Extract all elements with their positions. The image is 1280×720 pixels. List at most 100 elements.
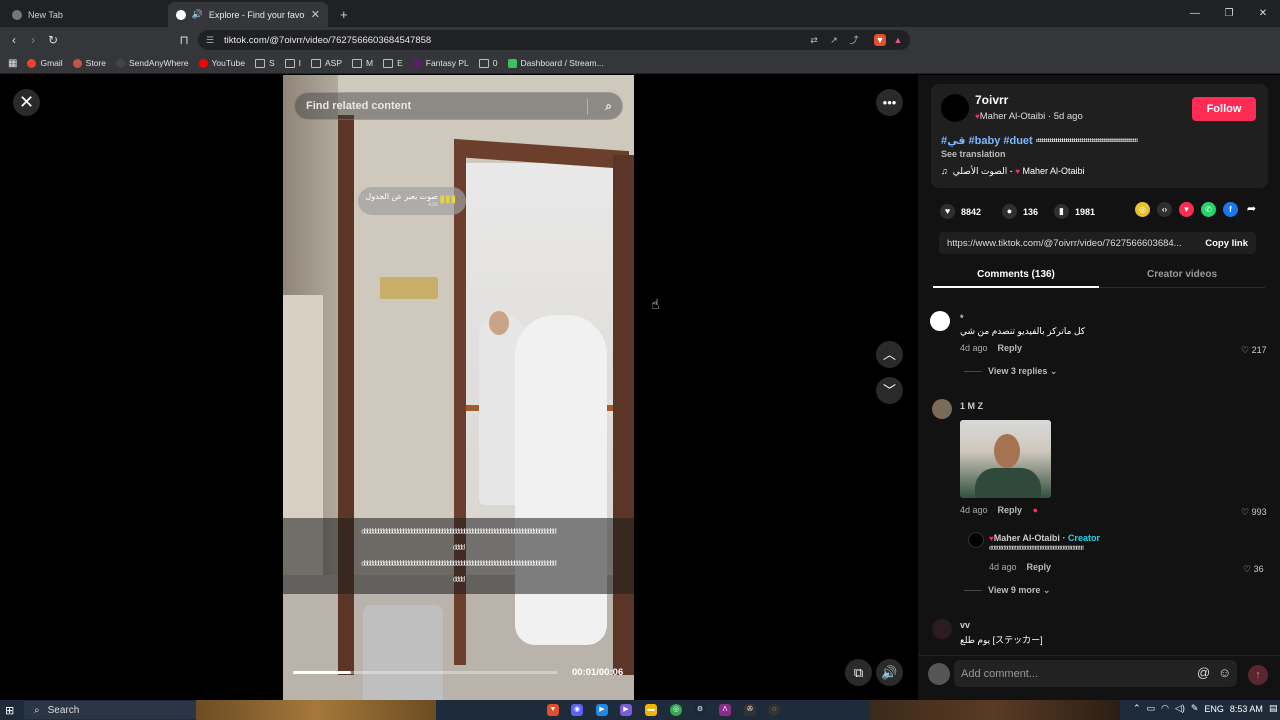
view-more-replies-button[interactable]: View 9 more ⌄ [964,585,1050,596]
search-icon[interactable]: ⌕ [605,99,612,114]
avatar[interactable] [932,399,952,419]
bookmark-youtube[interactable]: YouTube [198,58,245,68]
share-icon[interactable]: ⤴ [848,34,860,46]
avatar[interactable] [930,311,950,331]
steam-app-icon[interactable]: ⚙ [694,704,706,716]
avatar[interactable] [941,94,969,122]
mention-icon[interactable]: @ [1197,665,1210,680]
like-stat[interactable]: ♥ 8842 [940,204,981,219]
save-stat[interactable]: ▮ 1981 [1054,204,1095,219]
app-icon[interactable]: Λ [719,704,731,716]
bookmark-folder-asp[interactable]: ASP [310,58,342,68]
brave-shield-icon[interactable]: ▼ [874,34,886,46]
close-window-icon[interactable]: ✕ [1246,0,1280,27]
new-tab-button[interactable]: + [332,2,352,27]
bookmark-store[interactable]: Store [72,58,106,68]
close-video-button[interactable]: ✕ [13,89,40,116]
embed-icon[interactable]: ‹› [1157,202,1172,217]
comment-author[interactable]: vv [960,620,970,630]
send-comment-button[interactable]: ↑ [1248,665,1268,685]
bookmark-folder-i[interactable]: I [284,58,301,68]
avatar[interactable] [968,532,984,548]
more-options-button[interactable]: ••• [876,89,903,116]
tab-comments[interactable]: Comments (136) [933,269,1099,280]
copy-link-button[interactable]: Copy link [1199,238,1248,249]
app-icon[interactable]: ▶ [596,704,608,716]
pen-icon[interactable]: ✎ [1191,703,1199,714]
bookmark-sendanywhere[interactable]: SendAnyWhere [115,58,189,68]
wifi-icon[interactable]: ◠ [1161,703,1169,714]
forward-icon[interactable]: › [25,32,41,48]
tab-explore[interactable]: 🔊 Explore - Find your favourite ✕ [168,2,328,27]
whatsapp-icon[interactable]: ✆ [1201,202,1216,217]
bookmark-folder-0[interactable]: 0 [478,58,498,68]
facebook-icon[interactable]: f [1223,202,1238,217]
bookmark-folder-m[interactable]: M [352,58,373,68]
volume-icon[interactable]: ◁) [1175,703,1185,714]
comment-input[interactable] [954,660,1237,687]
notification-icon[interactable]: ▤ [1269,703,1278,714]
share-arrow-icon[interactable]: ➦ [1244,202,1259,217]
see-translation-link[interactable]: See translation [941,149,1006,159]
bookmark-fantasy-pl[interactable]: Fantasy PL [412,58,469,68]
comment-like[interactable]: ♡ 993 [1241,507,1267,518]
chrome-app-icon[interactable]: ◎ [670,704,682,716]
back-icon[interactable]: ‹ [6,32,22,48]
comment-like[interactable]: ♡ 36 [1243,564,1264,575]
app-icon[interactable]: ✇ [744,704,756,716]
floating-player-button[interactable]: ⧉ [845,659,872,686]
sound-badge[interactable]: صوت يعبر عن الجدول ASA ▮▮▮ [358,187,466,215]
reply-button[interactable]: Reply [998,505,1023,515]
comment-sticker-image[interactable] [960,420,1051,498]
clock[interactable]: 8:53 AM [1230,704,1263,714]
brave-app-icon[interactable]: ▼ [547,704,559,716]
language-indicator[interactable]: ENG [1204,704,1224,714]
volume-button[interactable]: 🔊 [876,659,903,686]
next-video-button[interactable]: ﹀ [876,377,903,404]
minimize-icon[interactable]: — [1178,0,1212,27]
open-external-icon[interactable]: ↗ [828,34,840,46]
translate-icon[interactable]: ⇄ [808,34,820,46]
avatar[interactable] [932,619,952,639]
bookmark-folder-e[interactable]: E [383,58,403,68]
nickname[interactable]: Maher Al-Otaibi [980,111,1045,122]
app-icon[interactable]: ◌ [768,704,780,716]
taskbar-search[interactable]: ⌕ Search [24,701,196,719]
username[interactable]: 7oivrr [975,93,1008,107]
follow-button[interactable]: Follow [1192,97,1256,121]
windows-start-icon[interactable]: ⊞ [5,704,14,717]
bookmark-dashboard[interactable]: Dashboard / Stream... [507,58,604,68]
restore-icon[interactable]: ❐ [1212,0,1246,27]
reply-button[interactable]: Reply [1027,562,1052,572]
site-info-icon[interactable]: ☰ [206,35,216,45]
network-icon[interactable]: ▭ [1147,703,1156,714]
video-player[interactable]: Find related content ⌕ صوت يعبر عن الجدو… [283,75,634,700]
app-icon[interactable]: ▶ [620,704,632,716]
coin-icon[interactable]: ◎ [1135,202,1150,217]
bookmark-folder-s[interactable]: S [254,58,275,68]
bookmark-icon[interactable]: ⊓ [176,32,192,48]
file-explorer-icon[interactable]: ▬ [645,704,657,716]
tab-creator-videos[interactable]: Creator videos [1099,269,1265,280]
close-tab-icon[interactable]: ✕ [311,8,320,21]
comment-like[interactable]: ♡ 217 [1241,345,1267,356]
tab-new-tab[interactable]: New Tab [4,2,164,27]
video-link[interactable]: https://www.tiktok.com/@7oivrr/video/762… [947,238,1182,249]
comment-author[interactable]: 1 M Z [960,401,983,411]
comment-stat[interactable]: ● 136 [1002,204,1038,219]
rewards-icon[interactable]: ▲ [892,34,904,46]
view-replies-button[interactable]: View 3 replies ⌄ [964,366,1057,377]
address-bar[interactable]: ☰ tiktok.com/@7oivrr/video/7627566603684… [198,30,910,50]
emoji-icon[interactable]: ☺ [1218,665,1231,680]
chevron-up-icon[interactable]: ⌃ [1133,703,1141,714]
reply-button[interactable]: Reply [998,343,1023,353]
hashtags[interactable]: #قي #baby #duet [941,135,1033,147]
discord-app-icon[interactable]: ◉ [571,704,583,716]
previous-video-button[interactable]: ︿ [876,341,903,368]
related-search-bar[interactable]: Find related content ⌕ [294,92,623,120]
send-to-friends-icon[interactable]: ▼ [1179,202,1194,217]
comment-author[interactable]: * [960,313,964,323]
bookmark-gmail[interactable]: Gmail [27,58,63,68]
apps-icon[interactable]: ▦ [8,58,17,69]
reload-icon[interactable]: ↻ [45,32,61,48]
